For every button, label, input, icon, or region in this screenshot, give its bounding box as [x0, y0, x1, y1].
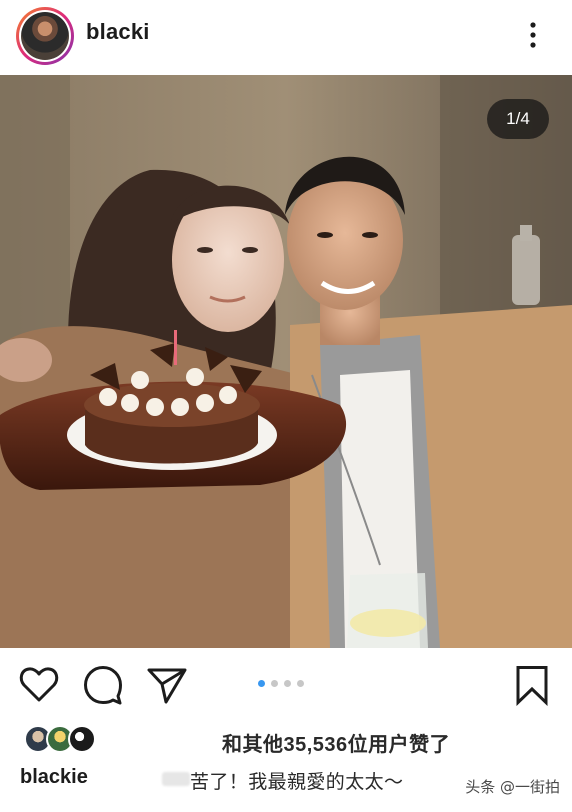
- profile-avatar[interactable]: [16, 7, 74, 65]
- share-button[interactable]: [146, 664, 188, 706]
- liker-avatar[interactable]: [68, 725, 96, 753]
- post-username[interactable]: blacki: [86, 19, 150, 45]
- more-vertical-icon: [530, 22, 536, 48]
- avatar-photo: [21, 12, 69, 60]
- carousel-dot: [297, 680, 304, 687]
- post-actions: [0, 648, 572, 720]
- carousel-dot: [258, 680, 265, 687]
- save-button[interactable]: [511, 664, 553, 707]
- caption-obscured-text: [162, 772, 190, 786]
- comment-button[interactable]: [82, 664, 124, 706]
- like-button[interactable]: [18, 664, 60, 706]
- post-header: blacki: [0, 0, 572, 74]
- send-icon: [147, 668, 187, 704]
- bookmark-icon: [516, 666, 548, 707]
- comment-icon: [84, 666, 122, 705]
- instagram-post: blacki 1/4 和其他35,536位用户赞了 blackie 苦了！我最親…: [0, 0, 572, 812]
- post-photo[interactable]: 1/4: [0, 75, 572, 648]
- caption-username[interactable]: blackie: [20, 766, 88, 789]
- carousel-dot: [271, 680, 278, 687]
- photo-illustration: [0, 75, 572, 648]
- more-options-button[interactable]: [521, 18, 545, 52]
- heart-icon: [19, 667, 59, 702]
- image-counter-badge: 1/4: [487, 99, 549, 139]
- caption-text: 苦了！我最親愛的太太～: [190, 772, 404, 793]
- carousel-indicator: [258, 680, 304, 690]
- likes-count-text[interactable]: 和其他35,536位用户赞了: [222, 728, 450, 757]
- carousel-dot: [284, 680, 291, 687]
- source-watermark: 头条 @一街拍: [465, 778, 560, 796]
- likes-summary[interactable]: 和其他35,536位用户赞了: [0, 722, 572, 760]
- avatar-ring: [19, 10, 71, 62]
